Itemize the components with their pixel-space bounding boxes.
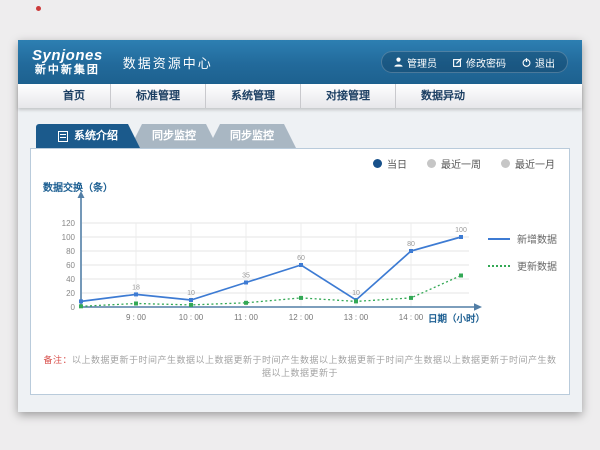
- radio-icon: [373, 159, 382, 168]
- radio-option-2[interactable]: 最近一月: [501, 156, 555, 171]
- main-nav: 首页标准管理系统管理对接管理数据异动: [18, 84, 582, 108]
- svg-text:12 : 00: 12 : 00: [289, 313, 314, 322]
- nav-item-1[interactable]: 标准管理: [110, 84, 205, 108]
- document-icon: [58, 131, 68, 142]
- legend-label: 新增数据: [517, 231, 557, 246]
- change-password-button[interactable]: 修改密码: [453, 55, 506, 70]
- logo[interactable]: Synjones 新中新集团: [32, 48, 103, 77]
- radio-label: 最近一周: [441, 156, 481, 171]
- radio-option-1[interactable]: 最近一周: [427, 156, 481, 171]
- svg-text:40: 40: [66, 275, 75, 284]
- svg-text:日期（小时）: 日期（小时）: [428, 313, 485, 325]
- user-icon: [394, 57, 403, 67]
- legend-label: 更新数据: [517, 258, 557, 273]
- app-window: Synjones 新中新集团 数据资源中心 管理员 修改密码 退出: [18, 40, 582, 412]
- svg-text:10: 10: [187, 290, 195, 297]
- edit-icon: [453, 58, 462, 67]
- radio-label: 最近一月: [515, 156, 555, 171]
- svg-text:数据交换（条）: 数据交换（条）: [43, 181, 113, 194]
- svg-text:11 : 00: 11 : 00: [234, 313, 258, 322]
- radio-icon: [427, 159, 436, 168]
- nav-item-2[interactable]: 系统管理: [205, 84, 300, 108]
- svg-text:120: 120: [62, 219, 76, 228]
- tab-label: 系统介绍: [74, 124, 118, 148]
- user-label: 管理员: [407, 55, 437, 70]
- svg-text:14 : 00: 14 : 00: [399, 313, 424, 322]
- tab-1[interactable]: 同步监控: [130, 124, 218, 148]
- nav-item-0[interactable]: 首页: [38, 84, 110, 108]
- svg-text:20: 20: [66, 289, 75, 298]
- footnote: 备注：以上数据更新于时间产生数据以上数据更新于时间产生数据以上数据更新于时间产生…: [41, 353, 559, 379]
- legend-item-updated-data: 更新数据: [488, 258, 557, 273]
- svg-text:18: 18: [132, 284, 140, 291]
- nav-item-3[interactable]: 对接管理: [300, 84, 395, 108]
- user-toolbar: 管理员 修改密码 退出: [381, 51, 568, 73]
- tab-2[interactable]: 同步监控: [208, 124, 296, 148]
- logo-wordmark: Synjones: [32, 48, 103, 65]
- tab-label: 同步监控: [152, 124, 196, 148]
- chart-row: 数据交换（条） 日期（小时） 0 20 40 60 80 100 120 9 : 00 10 : 0…: [41, 179, 559, 339]
- svg-text:10 : 00: 10 : 00: [179, 313, 204, 322]
- legend-item-new-data: 新增数据: [488, 231, 557, 246]
- chart-legend: 新增数据 更新数据: [488, 231, 557, 273]
- user-button[interactable]: 管理员: [394, 55, 437, 70]
- line-chart: 数据交换（条） 日期（小时） 0 20 40 60 80 100 120 9 : 00 10 : 0…: [41, 179, 486, 339]
- svg-text:80: 80: [66, 247, 75, 256]
- logo-company-name: 新中新集团: [32, 64, 103, 76]
- chart-panel: 当日 最近一周 最近一月 数据交换（条） 日期（小时） 0 20 40 60 80 100 120 9…: [30, 148, 570, 395]
- content-area: 系统介绍 同步监控 同步监控 当日 最近一周 最近一月 数据交换（条） 日期（小时） 0 20…: [18, 108, 582, 412]
- radio-label: 当日: [387, 156, 407, 171]
- svg-text:0: 0: [71, 303, 76, 312]
- tab-bar: 系统介绍 同步监控 同步监控: [36, 124, 570, 148]
- svg-text:100: 100: [62, 233, 76, 242]
- tab-0[interactable]: 系统介绍: [36, 124, 140, 148]
- svg-text:10: 10: [352, 290, 360, 297]
- logout-button[interactable]: 退出: [522, 55, 555, 70]
- radio-icon: [501, 159, 510, 168]
- nav-item-4[interactable]: 数据异动: [395, 84, 490, 108]
- tab-label: 同步监控: [230, 124, 274, 148]
- svg-text:60: 60: [66, 261, 75, 270]
- solid-line-swatch: [488, 238, 510, 240]
- svg-text:35: 35: [242, 273, 250, 280]
- footnote-text: 以上数据更新于时间产生数据以上数据更新于时间产生数据以上数据更新于时间产生数据以…: [72, 355, 557, 378]
- footnote-prefix: 备注：: [43, 355, 72, 365]
- svg-text:13 : 00: 13 : 00: [344, 313, 369, 322]
- red-dot: [36, 6, 41, 11]
- time-range-filter: 当日 最近一周 最近一月: [353, 156, 555, 171]
- change-password-label: 修改密码: [466, 55, 506, 70]
- svg-text:9 : 00: 9 : 00: [126, 313, 147, 322]
- page-title: 数据资源中心: [123, 53, 213, 72]
- dotted-line-swatch: [488, 265, 510, 267]
- svg-text:100: 100: [455, 227, 467, 234]
- power-icon: [522, 58, 531, 67]
- app-header: Synjones 新中新集团 数据资源中心 管理员 修改密码 退出: [18, 40, 582, 84]
- logout-label: 退出: [535, 55, 555, 70]
- radio-option-0[interactable]: 当日: [373, 156, 407, 171]
- svg-text:60: 60: [297, 255, 305, 262]
- svg-text:80: 80: [407, 241, 415, 248]
